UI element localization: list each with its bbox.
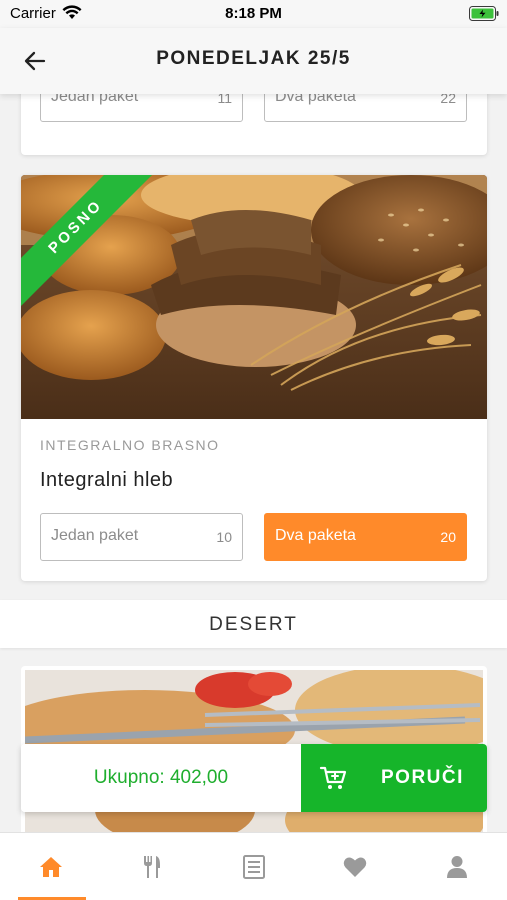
- option-label: Jedan paket: [51, 94, 139, 105]
- product-card[interactable]: POSNO INTEGRALNO BRASNO Integralni hleb …: [21, 175, 487, 581]
- option-one-package-button[interactable]: Jedan paket 10: [40, 513, 243, 561]
- total-box: Ukupno: 402,00: [21, 744, 301, 812]
- fork-knife-icon: [143, 856, 160, 878]
- home-icon: [39, 857, 62, 877]
- product-category: INTEGRALNO BRASNO: [40, 437, 220, 453]
- fasting-badge-label: POSNO: [21, 175, 156, 307]
- bottom-tab-bar: [0, 832, 507, 900]
- fasting-badge: POSNO: [21, 175, 161, 315]
- tab-menu[interactable]: [101, 833, 202, 900]
- order-total: Ukupno: 402,00: [93, 767, 229, 788]
- order-button-label: PORUČI: [381, 767, 464, 788]
- option-price: 20: [440, 529, 456, 545]
- product-card-previous: Jedan paket 11 Dva paketa 22: [21, 94, 487, 155]
- option-price: 11: [217, 94, 232, 106]
- option-one-package-button[interactable]: Jedan paket 11: [40, 94, 243, 122]
- option-label: Dva paketa: [275, 527, 356, 544]
- menu-list-icon: [242, 855, 265, 879]
- tab-favorites[interactable]: [304, 833, 405, 900]
- order-button[interactable]: PORUČI: [301, 744, 487, 812]
- option-price: 22: [440, 94, 456, 106]
- option-price: 10: [216, 529, 232, 545]
- section-header: DESERT: [0, 600, 507, 648]
- page-title: PONEDELJAK 25/5: [156, 48, 351, 69]
- option-label: Jedan paket: [51, 527, 139, 544]
- heart-icon: [343, 857, 366, 877]
- option-two-packages-button[interactable]: Dva paketa 20: [264, 513, 467, 561]
- option-two-packages-button[interactable]: Dva paketa 22: [264, 94, 467, 122]
- tab-profile[interactable]: [406, 833, 507, 900]
- option-label: Dva paketa: [275, 94, 356, 105]
- section-title: DESERT: [209, 614, 298, 635]
- battery-icon: [469, 6, 499, 21]
- product-image: POSNO: [21, 175, 487, 419]
- tab-home[interactable]: [0, 833, 101, 900]
- clock: 8:18 PM: [225, 5, 282, 22]
- user-icon: [446, 856, 467, 878]
- tab-orders[interactable]: [203, 833, 304, 900]
- order-bar: Ukupno: 402,00 PORUČI: [21, 744, 487, 812]
- app-header: PONEDELJAK 25/5: [0, 28, 507, 94]
- content-scroll[interactable]: Jedan paket 11 Dva paketa 22 POSNO INTEG…: [0, 94, 507, 832]
- status-bar: Carrier 8:18 PM: [0, 0, 507, 28]
- product-name: Integralni hleb: [40, 469, 174, 491]
- cart-add-icon: [319, 766, 347, 789]
